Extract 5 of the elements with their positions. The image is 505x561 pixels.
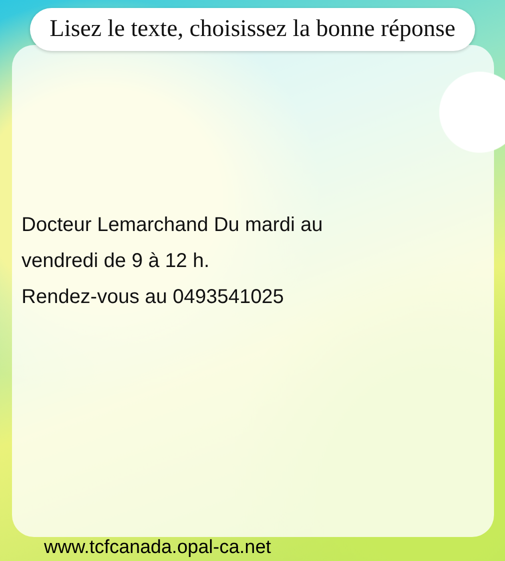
text-line: Docteur Lemarchand Du mardi au — [22, 213, 324, 238]
instruction-title: Lisez le texte, choisissez la bonne réponse — [30, 8, 476, 51]
website-url: www.tcfcanada.opal-ca.net — [44, 537, 272, 559]
text-line: vendredi de 9 à 12 h. — [22, 249, 210, 274]
text-line: Rendez-vous au 0493541025 — [22, 285, 285, 310]
